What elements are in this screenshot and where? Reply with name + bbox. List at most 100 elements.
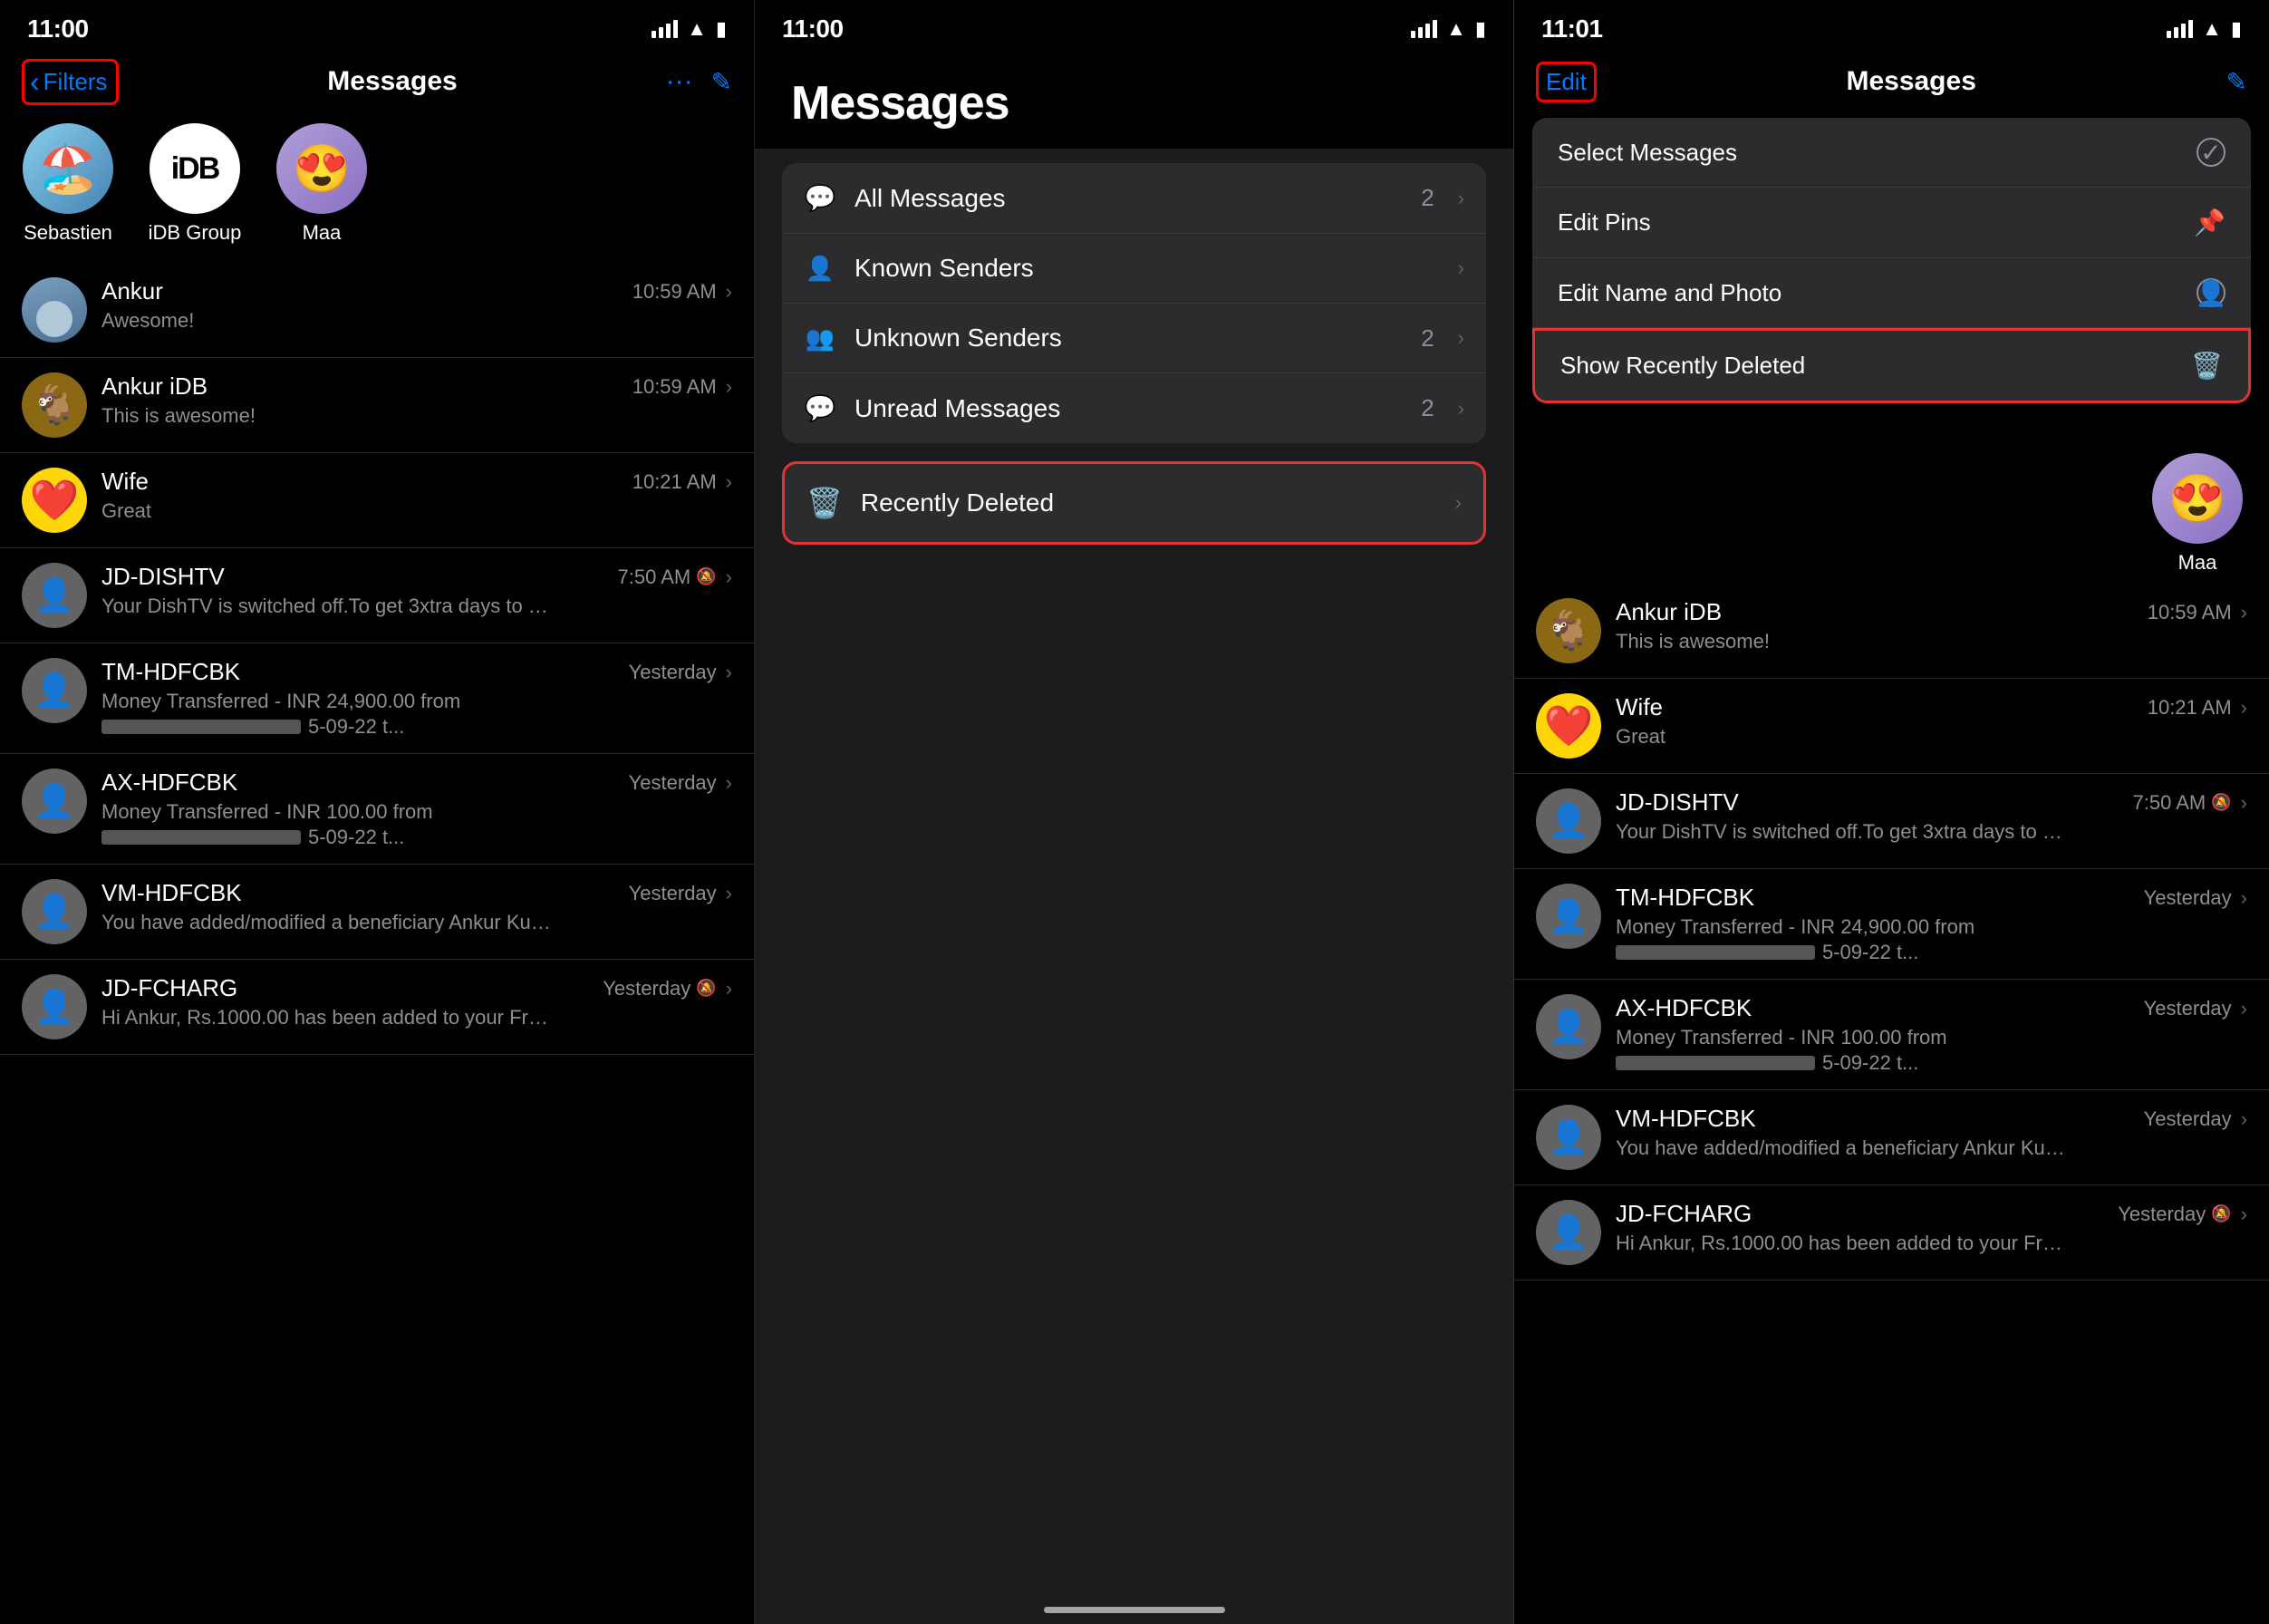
redacted-bar-3b: [1616, 1056, 1815, 1070]
ankuridb-preview: This is awesome!: [101, 404, 555, 428]
msg3-wife[interactable]: ❤️ Wife 10:21 AM › Great: [1514, 679, 2269, 774]
wife-time: 10:21 AM ›: [632, 470, 732, 494]
recently-deleted-item[interactable]: 🗑️ Recently Deleted ›: [782, 461, 1486, 545]
message-ankuridb[interactable]: 🐐 Ankur iDB 10:59 AM › This is awesome!: [0, 358, 754, 453]
sebastien-name: Sebastien: [24, 221, 112, 245]
select-messages-icon: ✓: [2197, 138, 2226, 167]
msg3-dishtv-avatar: 👤: [1536, 788, 1601, 854]
msg3-ankuridb-header: Ankur iDB 10:59 AM ›: [1616, 598, 2247, 626]
edit-label: Edit: [1546, 68, 1587, 95]
ankur-avatar: [22, 277, 87, 343]
msg3-tmhdfcbk-avatar: 👤: [1536, 884, 1601, 949]
msg3-wife-avatar: ❤️: [1536, 693, 1601, 759]
vmhdfcbk-header: VM-HDFCBK Yesterday ›: [101, 879, 732, 907]
message-axhdfcbk[interactable]: 👤 AX-HDFCBK Yesterday › Money Transferre…: [0, 754, 754, 865]
messages-big-title: Messages: [791, 76, 1477, 130]
filter-all-messages[interactable]: 💬 All Messages 2 ›: [782, 163, 1486, 234]
msg3-dishtv[interactable]: 👤 JD-DISHTV 7:50 AM 🔕 › Your DishTV is s…: [1514, 774, 2269, 869]
ankur-content: Ankur 10:59 AM › Awesome!: [101, 277, 732, 333]
axhdfcbk-sender: AX-HDFCBK: [101, 768, 237, 797]
msg3-vmhdfcbk[interactable]: 👤 VM-HDFCBK Yesterday › You have added/m…: [1514, 1090, 2269, 1185]
dropdown-show-recently-deleted[interactable]: Show Recently Deleted 🗑️: [1532, 328, 2251, 403]
maa-avatar-3: 😍: [2152, 453, 2243, 544]
msg3-axhdfcbk-avatar: 👤: [1536, 994, 1601, 1059]
wife-header: Wife 10:21 AM ›: [101, 468, 732, 496]
compose-icon[interactable]: ✎: [711, 67, 732, 97]
unknown-senders-icon: 👥: [804, 324, 836, 353]
more-options-icon[interactable]: ···: [666, 66, 693, 97]
msg3-wife-header: Wife 10:21 AM ›: [1616, 693, 2247, 721]
trash-icon: 🗑️: [806, 486, 843, 520]
msg3-vmhdfcbk-avatar: 👤: [1536, 1105, 1601, 1170]
panel-1: 11:00 ▲ ▮ ‹ Filters Messages ··· ✎ 🏖️ Se…: [0, 0, 755, 1624]
wife-sender: Wife: [101, 468, 149, 496]
recently-deleted-label: Recently Deleted: [861, 488, 1437, 517]
filter-unknown-senders[interactable]: 👥 Unknown Senders 2 ›: [782, 304, 1486, 373]
msg3-jdfcharg[interactable]: 👤 JD-FCHARG Yesterday 🔕 › Hi Ankur, Rs.1…: [1514, 1185, 2269, 1281]
msg3-vmhdfcbk-preview: You have added/modified a beneficiary An…: [1616, 1136, 2069, 1160]
contact-sebastien[interactable]: 🏖️ Sebastien: [18, 123, 118, 245]
msg3-tmhdfcbk[interactable]: 👤 TM-HDFCBK Yesterday › Money Transferre…: [1514, 869, 2269, 980]
contact-maa-1[interactable]: 😍 Maa: [272, 123, 372, 245]
msg3-axhdfcbk[interactable]: 👤 AX-HDFCBK Yesterday › Money Transferre…: [1514, 980, 2269, 1090]
signal-bars-2: [1411, 20, 1437, 38]
status-time-3: 11:01: [1541, 14, 1603, 44]
filters-back-button[interactable]: ‹ Filters: [22, 59, 119, 105]
redacted-bar-3a: [1616, 945, 1815, 960]
msg3-vmhdfcbk-time: Yesterday ›: [2144, 1107, 2247, 1131]
msg3-axhdfcbk-time: Yesterday ›: [2144, 997, 2247, 1020]
dropdown-edit-name-photo[interactable]: Edit Name and Photo 👤: [1532, 258, 2251, 328]
redacted-bar: [101, 720, 301, 734]
axhdfcbk-time: Yesterday ›: [629, 771, 732, 795]
msg3-jdfcharg-preview: Hi Ankur, Rs.1000.00 has been added to y…: [1616, 1232, 2069, 1255]
idb-name: iDB Group: [149, 221, 242, 245]
message-dishtv[interactable]: 👤 JD-DISHTV 7:50 AM 🔕 › Your DishTV is s…: [0, 548, 754, 643]
edit-button[interactable]: Edit: [1536, 62, 1597, 102]
dropdown-menu: Select Messages ✓ Edit Pins 📌 Edit Name …: [1532, 118, 2251, 403]
msg3-axhdfcbk-content: AX-HDFCBK Yesterday › Money Transferred …: [1616, 994, 2247, 1075]
message-ankur[interactable]: Ankur 10:59 AM › Awesome!: [0, 263, 754, 358]
signal-bar: [659, 27, 663, 38]
tmhdfcbk-preview: Money Transferred - INR 24,900.00 from: [101, 690, 555, 713]
dropdown-edit-pins[interactable]: Edit Pins 📌: [1532, 188, 2251, 258]
signal-bar: [2181, 24, 2186, 38]
all-messages-label: All Messages: [854, 184, 1403, 213]
nav-bar-3: Edit Messages ✎: [1514, 49, 2269, 114]
vmhdfcbk-avatar: 👤: [22, 879, 87, 944]
message-tmhdfcbk[interactable]: 👤 TM-HDFCBK Yesterday › Money Transferre…: [0, 643, 754, 754]
wife-avatar: ❤️: [22, 468, 87, 533]
message-wife[interactable]: ❤️ Wife 10:21 AM › Great: [0, 453, 754, 548]
battery-icon: ▮: [1475, 17, 1486, 41]
vmhdfcbk-time: Yesterday ›: [629, 882, 732, 905]
filter-unread-messages[interactable]: 💬 Unread Messages 2 ›: [782, 373, 1486, 443]
panel3-pinned: 😍 Maa: [1514, 444, 2269, 584]
filter-known-senders[interactable]: 👤 Known Senders ›: [782, 234, 1486, 304]
msg3-ankuridb-avatar: 🐐: [1536, 598, 1601, 663]
dropdown-select-messages[interactable]: Select Messages ✓: [1532, 118, 2251, 188]
msg3-axhdfcbk-sender: AX-HDFCBK: [1616, 994, 1752, 1022]
msg3-ankuridb-time: 10:59 AM ›: [2148, 601, 2247, 624]
msg3-ankuridb-content: Ankur iDB 10:59 AM › This is awesome!: [1616, 598, 2247, 653]
signal-bar: [1418, 27, 1423, 38]
contact-idb[interactable]: iDB iDB Group: [145, 123, 245, 245]
jdfcharg-sender: JD-FCHARG: [101, 974, 237, 1002]
chevron-icon: ›: [726, 470, 732, 494]
tmhdfcbk-header: TM-HDFCBK Yesterday ›: [101, 658, 732, 686]
dropdown-overlay: Select Messages ✓ Edit Pins 📌 Edit Name …: [1532, 118, 2251, 403]
battery-icon: ▮: [716, 17, 727, 41]
chevron-icon: ›: [726, 375, 732, 399]
signal-bars-1: [652, 20, 678, 38]
all-messages-icon: 💬: [804, 183, 836, 213]
msg3-ankuridb[interactable]: 🐐 Ankur iDB 10:59 AM › This is awesome!: [1514, 584, 2269, 679]
message-list-3: 🐐 Ankur iDB 10:59 AM › This is awesome! …: [1514, 584, 2269, 1281]
nav-bar-1: ‹ Filters Messages ··· ✎: [0, 49, 754, 114]
contact-maa-3[interactable]: 😍 Maa: [2148, 453, 2247, 575]
message-jdfcharg[interactable]: 👤 JD-FCHARG Yesterday 🔕 › Hi Ankur, Rs.1…: [0, 960, 754, 1055]
ankuridb-sender: Ankur iDB: [101, 372, 208, 401]
compose-icon-3[interactable]: ✎: [2226, 67, 2247, 97]
messages-title-3: Messages: [1846, 66, 1975, 97]
message-vmhdfcbk[interactable]: 👤 VM-HDFCBK Yesterday › You have added/m…: [0, 865, 754, 960]
dishtv-content: JD-DISHTV 7:50 AM 🔕 › Your DishTV is swi…: [101, 563, 732, 618]
all-messages-count: 2: [1421, 184, 1434, 212]
msg3-jdfcharg-sender: JD-FCHARG: [1616, 1200, 1752, 1228]
